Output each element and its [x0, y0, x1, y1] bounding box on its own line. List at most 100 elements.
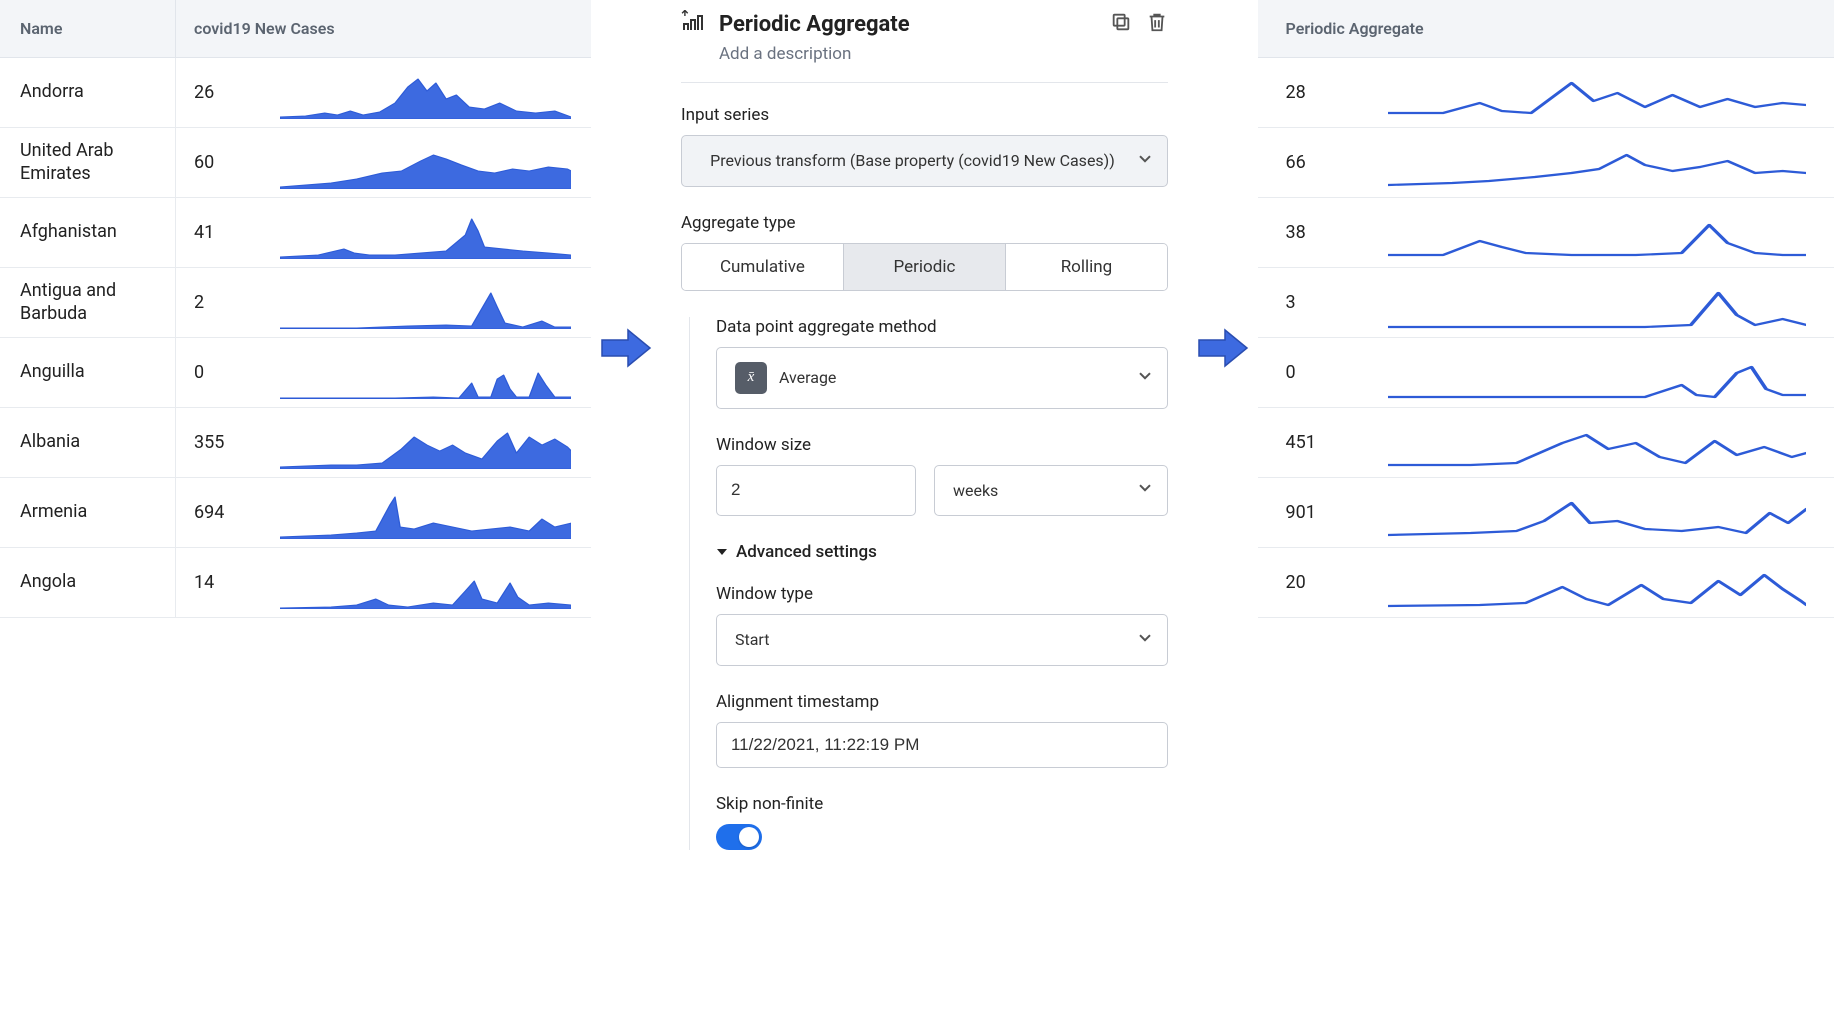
row-sparkline: [1388, 478, 1834, 547]
row-value: 20: [1258, 548, 1388, 617]
advanced-settings-label: Advanced settings: [736, 542, 877, 562]
row-sparkline: [280, 478, 591, 547]
input-series-label: Input series: [681, 105, 1168, 125]
window-size-unit-select[interactable]: weeks: [934, 465, 1168, 517]
table-row[interactable]: Antigua and Barbuda2: [0, 268, 591, 338]
row-value: 66: [1258, 128, 1388, 197]
row-sparkline: [1388, 268, 1834, 337]
row-sparkline: [1388, 198, 1834, 267]
table-row[interactable]: 20: [1258, 548, 1834, 618]
window-type-select[interactable]: Start: [716, 614, 1168, 666]
row-sparkline: [1388, 58, 1834, 127]
chevron-down-icon: [1137, 629, 1153, 651]
row-value: 694: [175, 478, 280, 547]
chevron-down-icon: [1137, 150, 1153, 172]
row-name: Angola: [0, 571, 175, 594]
window-type-value: Start: [735, 629, 769, 651]
row-value: 38: [1258, 198, 1388, 267]
row-value: 901: [1258, 478, 1388, 547]
row-sparkline: [1388, 338, 1834, 407]
table-row[interactable]: Afghanistan41: [0, 198, 591, 268]
row-value: 2: [175, 268, 280, 337]
table-row[interactable]: Albania355: [0, 408, 591, 478]
row-name: Antigua and Barbuda: [0, 280, 175, 325]
row-sparkline: [280, 548, 591, 617]
col-header-aggregate[interactable]: Periodic Aggregate: [1258, 0, 1834, 57]
table-row[interactable]: Armenia694: [0, 478, 591, 548]
result-table-header: Periodic Aggregate: [1258, 0, 1834, 58]
table-row[interactable]: 451: [1258, 408, 1834, 478]
caret-down-icon: [716, 546, 728, 558]
row-name: United Arab Emirates: [0, 140, 175, 185]
row-value: 3: [1258, 268, 1388, 337]
advanced-settings-toggle[interactable]: Advanced settings: [716, 542, 1168, 562]
input-series-value: Previous transform (Base property (covid…: [710, 151, 1115, 170]
row-name: Albania: [0, 431, 175, 454]
aggregate-type-segmented: Cumulative Periodic Rolling: [681, 243, 1168, 291]
delete-icon[interactable]: [1146, 11, 1168, 37]
table-row[interactable]: Anguilla0: [0, 338, 591, 408]
row-sparkline: [1388, 548, 1834, 617]
divider: [681, 82, 1168, 83]
row-value: 26: [175, 58, 280, 127]
table-row[interactable]: Andorra26: [0, 58, 591, 128]
row-value: 451: [1258, 408, 1388, 477]
row-sparkline: [280, 338, 591, 407]
table-row[interactable]: 3: [1258, 268, 1834, 338]
row-value: 28: [1258, 58, 1388, 127]
col-header-name[interactable]: Name: [0, 19, 175, 38]
input-series-select[interactable]: Previous transform (Base property (covid…: [681, 135, 1168, 187]
table-row[interactable]: United Arab Emirates60: [0, 128, 591, 198]
row-sparkline: [280, 268, 591, 337]
row-sparkline: [280, 58, 591, 127]
table-row[interactable]: 66: [1258, 128, 1834, 198]
row-value: 0: [175, 338, 280, 407]
source-table: Name covid19 New Cases Andorra26United A…: [0, 0, 591, 618]
row-sparkline: [280, 408, 591, 477]
aggregate-type-rolling[interactable]: Rolling: [1005, 244, 1167, 290]
window-type-label: Window type: [716, 584, 1168, 604]
row-value: 60: [175, 128, 280, 197]
window-size-input[interactable]: [716, 465, 916, 517]
table-row[interactable]: 0: [1258, 338, 1834, 408]
dp-method-select[interactable]: Average: [716, 347, 1168, 409]
dp-method-value: Average: [779, 367, 836, 389]
duplicate-icon[interactable]: [1110, 11, 1132, 37]
alignment-timestamp-input[interactable]: [716, 722, 1168, 768]
table-row[interactable]: Angola14: [0, 548, 591, 618]
aggregate-type-cumulative[interactable]: Cumulative: [682, 244, 843, 290]
row-value: 0: [1258, 338, 1388, 407]
flow-arrow-1: [591, 0, 661, 376]
skip-nonfinite-toggle[interactable]: [716, 824, 762, 850]
source-table-header: Name covid19 New Cases: [0, 0, 591, 58]
row-sparkline: [1388, 408, 1834, 477]
aggregate-type-periodic[interactable]: Periodic: [843, 244, 1005, 290]
chevron-down-icon: [1137, 367, 1153, 389]
row-name: Anguilla: [0, 361, 175, 384]
transform-title: Periodic Aggregate: [719, 12, 1096, 37]
row-sparkline: [280, 128, 591, 197]
row-value: 14: [175, 548, 280, 617]
row-name: Andorra: [0, 81, 175, 104]
row-sparkline: [280, 198, 591, 267]
function-icon: [735, 362, 767, 394]
chevron-down-icon: [1137, 480, 1153, 502]
row-name: Afghanistan: [0, 221, 175, 244]
window-size-label: Window size: [716, 435, 1168, 455]
row-sparkline: [1388, 128, 1834, 197]
skip-nonfinite-label: Skip non-finite: [716, 794, 1168, 814]
alignment-timestamp-label: Alignment timestamp: [716, 692, 1168, 712]
col-header-value[interactable]: covid19 New Cases: [175, 0, 591, 57]
row-value: 355: [175, 408, 280, 477]
table-row[interactable]: 901: [1258, 478, 1834, 548]
table-row[interactable]: 28: [1258, 58, 1834, 128]
window-size-unit-value: weeks: [953, 480, 998, 502]
row-value: 41: [175, 198, 280, 267]
transform-description[interactable]: Add a description: [719, 44, 1168, 64]
transform-config-panel: Periodic Aggregate Add a description Inp…: [661, 0, 1188, 876]
table-row[interactable]: 38: [1258, 198, 1834, 268]
result-table: Periodic Aggregate 2866383045190120: [1258, 0, 1834, 618]
aggregate-type-label: Aggregate type: [681, 213, 1168, 233]
dp-method-label: Data point aggregate method: [716, 317, 1168, 337]
row-name: Armenia: [0, 501, 175, 524]
